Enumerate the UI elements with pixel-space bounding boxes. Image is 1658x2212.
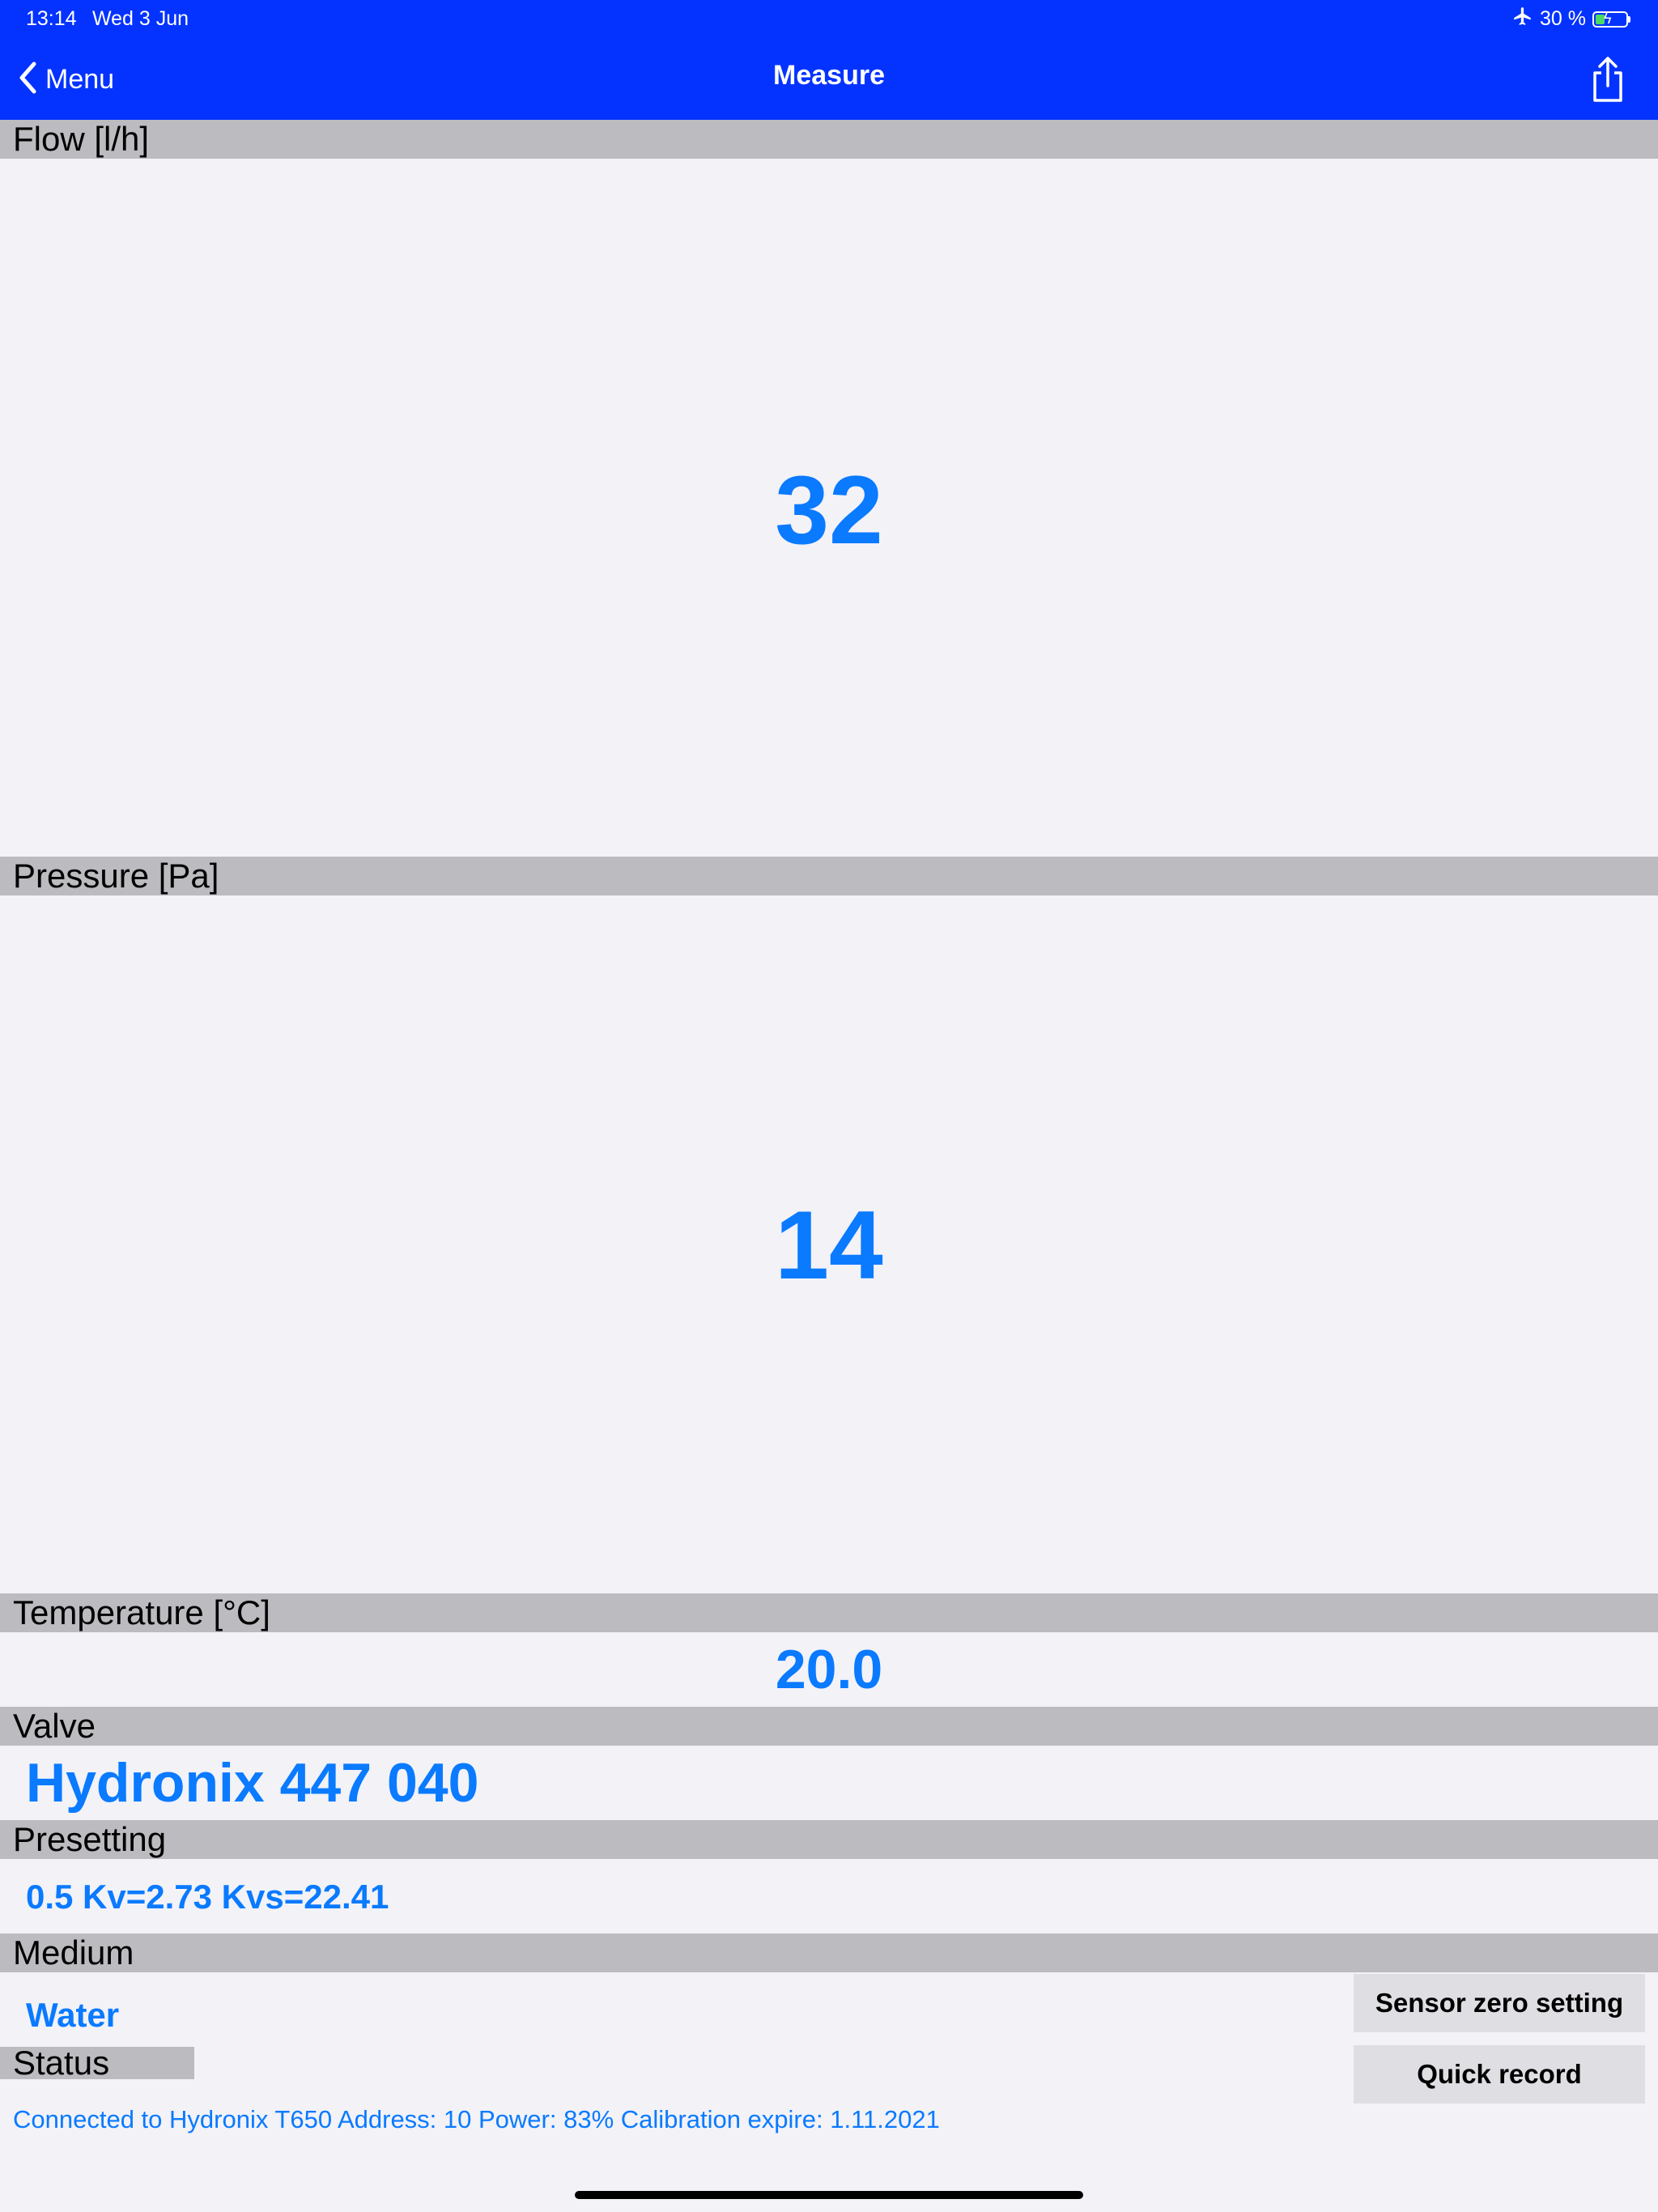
flow-value: 32	[775, 456, 883, 564]
valve-value[interactable]: Hydronix 447 040	[26, 1750, 478, 1815]
airplane-icon	[1512, 6, 1533, 32]
share-icon	[1593, 57, 1622, 102]
status-bar: 13:14 Wed 3 Jun 30 % ϟ	[0, 0, 1658, 39]
status-time: 13:14	[26, 7, 77, 30]
page-title: Measure	[773, 60, 885, 91]
connection-status-text: Connected to Hydronix T650 Address: 10 P…	[13, 2105, 940, 2133]
pressure-header: Pressure [Pa]	[0, 857, 1658, 895]
home-indicator[interactable]	[575, 2191, 1083, 2199]
medium-header: Medium	[0, 1933, 1658, 1972]
status-right-group: 30 % ϟ	[1512, 6, 1630, 32]
presetting-value[interactable]: 0.5 Kv=2.73 Kvs=22.41	[26, 1877, 389, 1917]
temperature-value: 20.0	[775, 1639, 883, 1700]
battery-percent: 30 %	[1540, 7, 1586, 30]
temperature-header: Temperature [°C]	[0, 1593, 1658, 1632]
share-button[interactable]	[1587, 55, 1629, 104]
flow-header: Flow [l/h]	[0, 120, 1658, 159]
pressure-value: 14	[775, 1191, 883, 1300]
presetting-header: Presetting	[0, 1820, 1658, 1859]
battery-icon: ϟ	[1592, 11, 1630, 28]
sensor-zero-setting-button[interactable]: Sensor zero setting	[1354, 1974, 1645, 2032]
valve-header: Valve	[0, 1707, 1658, 1746]
medium-value[interactable]: Water	[26, 1995, 119, 2035]
status-date: Wed 3 Jun	[92, 7, 189, 30]
quick-record-button[interactable]: Quick record	[1354, 2045, 1645, 2104]
status-header: Status	[0, 2046, 194, 2080]
charging-bolt-icon: ϟ	[1604, 10, 1612, 27]
navigation-bar: Menu Measure	[0, 39, 1658, 120]
